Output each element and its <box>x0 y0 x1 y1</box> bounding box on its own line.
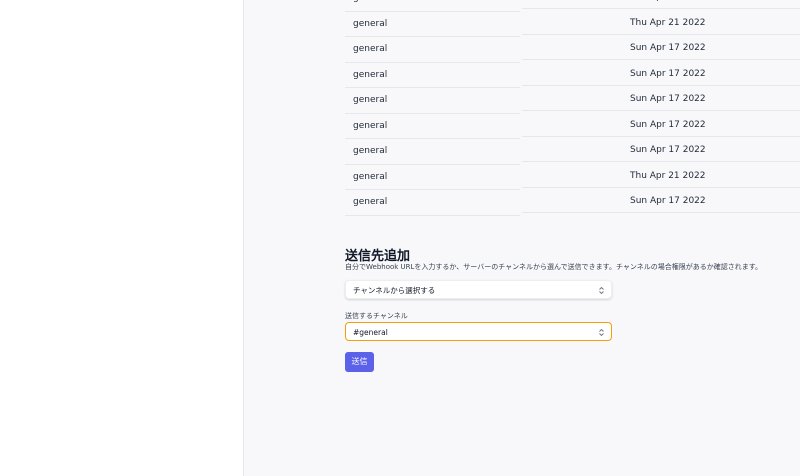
mode-select[interactable]: チャンネルから選択する <box>345 280 612 299</box>
table-row: general Sun Apr 17 2022 <box>345 37 800 63</box>
date-cell: Sun Apr 17 2022 <box>522 37 800 60</box>
channel-cell: general <box>345 114 520 139</box>
channel-cell: general <box>345 88 520 114</box>
date-text: Sun Apr 17 2022 <box>630 145 706 155</box>
table-row: general Thu Apr 21 2022 <box>345 12 800 37</box>
channel-select-value: #general <box>353 328 388 337</box>
chevron-updown-icon <box>599 328 604 337</box>
channel-select[interactable]: #general <box>345 322 612 341</box>
date-cell: Sun Apr 17 2022 <box>522 114 800 137</box>
table-row: general Sun Apr 17 2022 <box>345 139 800 165</box>
channel-cell: general <box>345 0 520 12</box>
section-description: 自分でWebhook URLを入力するか、サーバーのチャンネルから選んで送信でき… <box>345 263 763 271</box>
mode-select-value: チャンネルから選択する <box>353 286 436 295</box>
date-text: Sun Apr 17 2022 <box>630 43 706 53</box>
main-content: general Sun Apr 17 2022 general Thu Apr … <box>245 0 800 476</box>
destinations-table: general Sun Apr 17 2022 general Thu Apr … <box>345 0 800 216</box>
channel-cell: general <box>345 139 520 165</box>
send-button[interactable]: 送信 <box>345 352 374 372</box>
date-text: Sun Apr 17 2022 <box>630 119 706 130</box>
date-cell: Thu Apr 21 2022 <box>522 12 800 35</box>
table-row: general Sun Apr 17 2022 <box>345 190 800 216</box>
table-row: general Sun Apr 17 2022 <box>345 63 800 88</box>
chevron-updown-icon <box>599 286 604 295</box>
date-cell: Sun Apr 17 2022 <box>522 190 800 213</box>
date-text: Thu Apr 21 2022 <box>630 170 706 181</box>
channel-cell: general <box>345 165 520 190</box>
date-cell: Sun Apr 17 2022 <box>522 0 800 9</box>
table-row: general Sun Apr 17 2022 <box>345 114 800 139</box>
date-cell: Sun Apr 17 2022 <box>522 139 800 162</box>
channel-label: 送信するチャンネル <box>345 312 408 320</box>
channel-cell: general <box>345 190 520 216</box>
date-cell: Thu Apr 21 2022 <box>522 165 800 188</box>
table-row: general Sun Apr 17 2022 <box>345 88 800 114</box>
date-cell: Sun Apr 17 2022 <box>522 63 800 86</box>
channel-cell: general <box>345 37 520 63</box>
table-row: general Sun Apr 17 2022 <box>345 0 800 12</box>
date-text: Thu Apr 21 2022 <box>630 17 706 28</box>
date-text: Sun Apr 17 2022 <box>630 0 706 8</box>
left-panel <box>0 0 244 476</box>
table-row: general Thu Apr 21 2022 <box>345 165 800 190</box>
channel-cell: general <box>345 63 520 88</box>
date-text: Sun Apr 17 2022 <box>630 196 706 206</box>
date-text: Sun Apr 17 2022 <box>630 68 706 79</box>
date-cell: Sun Apr 17 2022 <box>522 88 800 111</box>
channel-cell: general <box>345 12 520 37</box>
date-text: Sun Apr 17 2022 <box>630 94 706 104</box>
